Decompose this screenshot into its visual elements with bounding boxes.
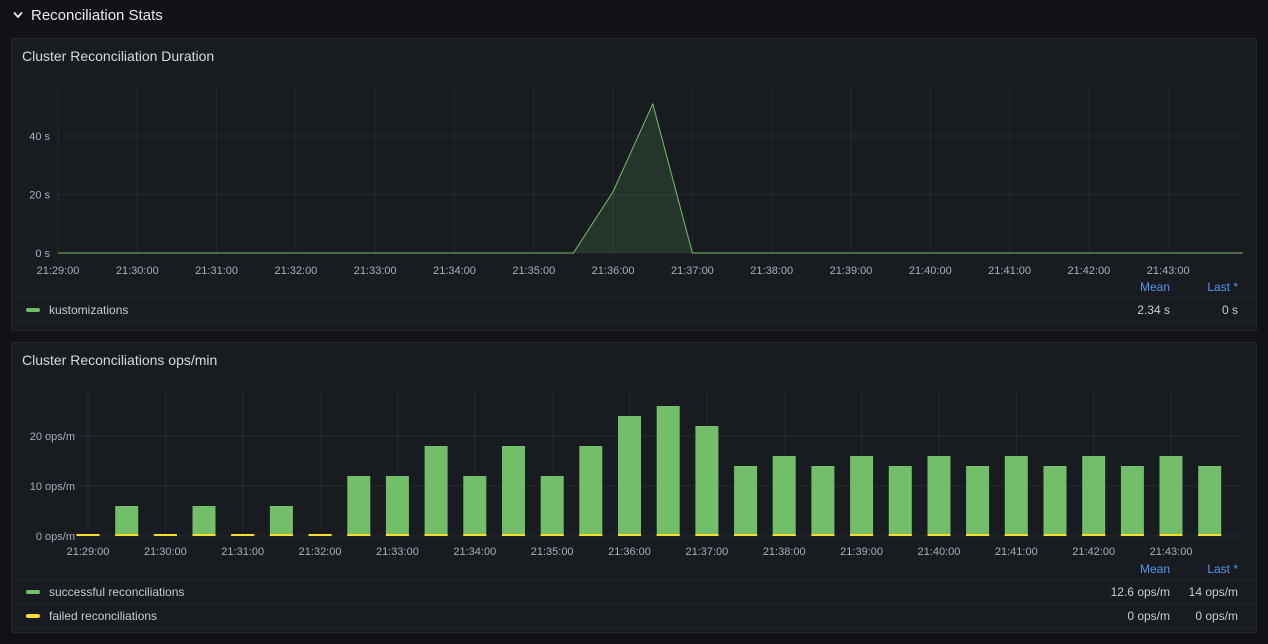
panel-title-duration[interactable]: Cluster Reconciliation Duration xyxy=(12,39,214,64)
svg-text:0 ops/m: 0 ops/m xyxy=(36,531,75,543)
panel-cluster-reconciliations-ops: Cluster Reconciliations ops/min 21:29:00… xyxy=(11,342,1257,633)
svg-text:21:39:00: 21:39:00 xyxy=(840,546,883,558)
legend-header: Mean Last * xyxy=(12,558,1256,579)
svg-text:21:33:00: 21:33:00 xyxy=(376,546,419,558)
svg-text:21:38:00: 21:38:00 xyxy=(763,546,806,558)
series-label[interactable]: kustomizations xyxy=(49,303,1058,317)
legend-sort-last[interactable]: Last * xyxy=(1170,562,1238,576)
svg-text:20 ops/m: 20 ops/m xyxy=(30,431,75,443)
svg-text:21:43:00: 21:43:00 xyxy=(1150,546,1193,558)
series-label[interactable]: successful reconciliations xyxy=(49,585,1058,599)
series-last-value: 0 ops/m xyxy=(1170,609,1238,623)
legend-header: Mean Last * xyxy=(12,276,1256,297)
duration-legend: Mean Last * kustomizations 2.34 s 0 s xyxy=(12,276,1256,322)
legend-sort-mean[interactable]: Mean xyxy=(1058,280,1170,294)
svg-text:21:35:00: 21:35:00 xyxy=(531,546,574,558)
series-mean-value: 12.6 ops/m xyxy=(1058,585,1170,599)
svg-text:21:36:00: 21:36:00 xyxy=(608,546,651,558)
series-mean-value: 0 ops/m xyxy=(1058,609,1170,623)
svg-text:40 s: 40 s xyxy=(29,131,50,143)
ops-legend: Mean Last * successful reconciliations 1… xyxy=(12,558,1256,628)
legend-row-kustomizations: kustomizations 2.34 s 0 s xyxy=(12,297,1256,322)
svg-text:0 s: 0 s xyxy=(35,248,50,260)
legend-sort-mean[interactable]: Mean xyxy=(1058,562,1170,576)
svg-text:21:37:00: 21:37:00 xyxy=(685,546,728,558)
series-color-swatch[interactable] xyxy=(26,308,40,312)
panel-cluster-reconciliation-duration: Cluster Reconciliation Duration 21:29:00… xyxy=(11,38,1257,331)
legend-row-successful: successful reconciliations 12.6 ops/m 14… xyxy=(12,579,1256,603)
svg-text:20 s: 20 s xyxy=(29,190,50,202)
series-last-value: 0 s xyxy=(1170,303,1238,317)
row-title[interactable]: Reconciliation Stats xyxy=(31,7,163,24)
series-label[interactable]: failed reconciliations xyxy=(49,609,1058,623)
svg-text:21:32:00: 21:32:00 xyxy=(299,546,342,558)
legend-sort-last[interactable]: Last * xyxy=(1170,280,1238,294)
svg-text:21:30:00: 21:30:00 xyxy=(144,546,187,558)
series-color-swatch[interactable] xyxy=(26,614,40,618)
legend-row-failed: failed reconciliations 0 ops/m 0 ops/m xyxy=(12,603,1256,628)
chevron-down-icon[interactable] xyxy=(12,9,24,21)
svg-text:21:42:00: 21:42:00 xyxy=(1072,546,1115,558)
panel-title-ops[interactable]: Cluster Reconciliations ops/min xyxy=(12,343,217,368)
svg-text:21:34:00: 21:34:00 xyxy=(453,546,496,558)
svg-text:21:41:00: 21:41:00 xyxy=(995,546,1038,558)
svg-text:10 ops/m: 10 ops/m xyxy=(30,481,75,493)
duration-area-chart[interactable]: 21:29:0021:30:0021:31:0021:32:0021:33:00… xyxy=(12,39,1254,279)
series-mean-value: 2.34 s xyxy=(1058,303,1170,317)
ops-bar-chart[interactable]: 21:29:00 21:30:00 21:31:00 21:32:00 21:33:00… xyxy=(12,343,1254,561)
svg-text:21:31:00: 21:31:00 xyxy=(221,546,264,558)
svg-text:21:29:00: 21:29:00 xyxy=(67,546,110,558)
series-color-swatch[interactable] xyxy=(26,590,40,594)
series-last-value: 14 ops/m xyxy=(1170,585,1238,599)
svg-text:21:40:00: 21:40:00 xyxy=(918,546,961,558)
row-header-reconciliation-stats[interactable]: Reconciliation Stats xyxy=(0,0,163,30)
